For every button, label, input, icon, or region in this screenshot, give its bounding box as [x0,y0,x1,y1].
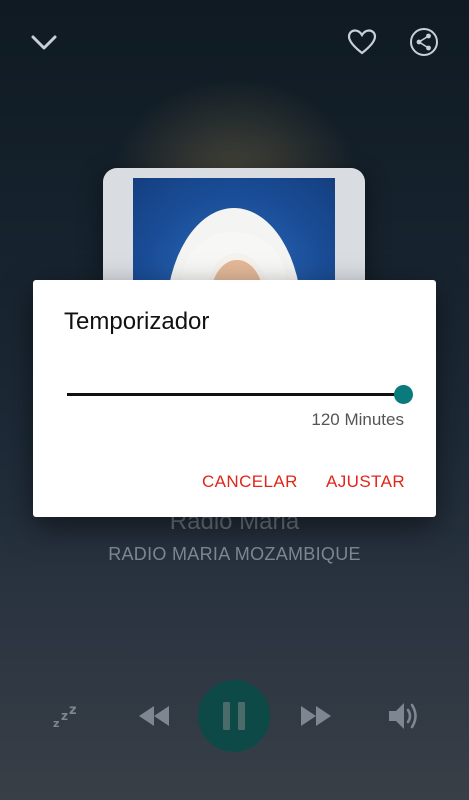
dialog-title: Temporizador [64,308,210,335]
set-button[interactable]: AJUSTAR [326,472,405,492]
sleep-timer-dialog: Temporizador 120 Minutes CANCELAR AJUSTA… [33,280,436,517]
cancel-button[interactable]: CANCELAR [202,472,298,492]
timer-slider-track[interactable] [67,393,403,396]
timer-value-label: 120 Minutes [311,410,404,429]
timer-slider-thumb[interactable] [394,385,413,404]
